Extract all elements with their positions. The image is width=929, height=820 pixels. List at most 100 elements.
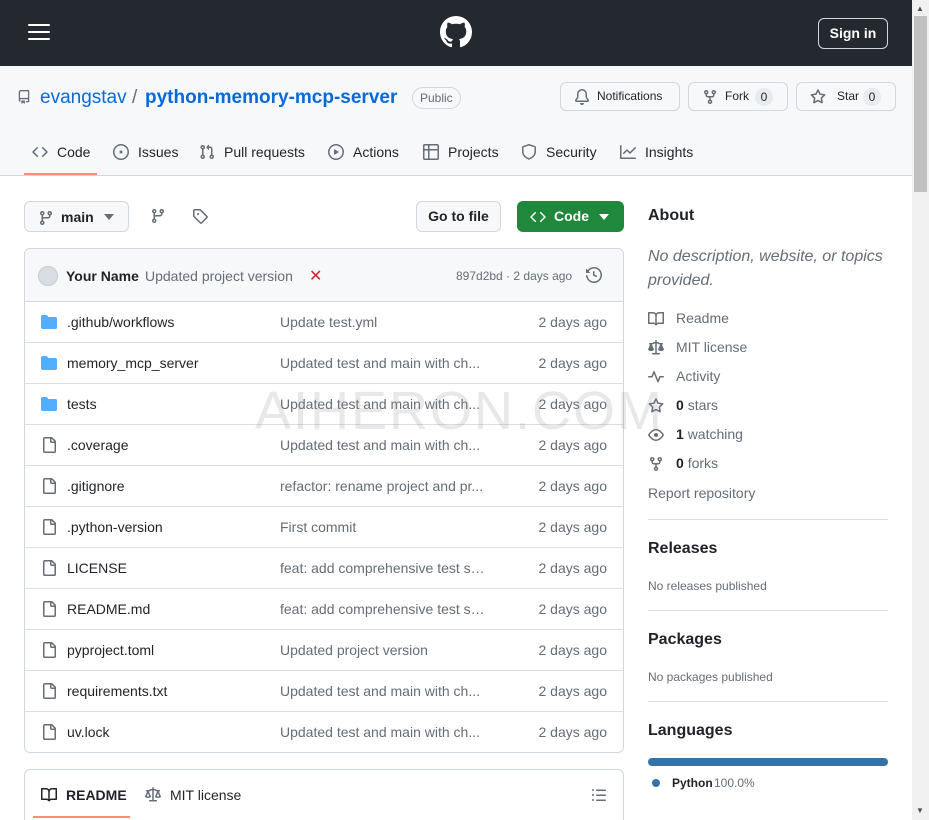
commit-message[interactable]: Updated project version: [145, 268, 293, 284]
issue-icon: [113, 144, 129, 160]
sidebar-divider: [648, 701, 888, 702]
branch-selector-button[interactable]: main: [24, 201, 129, 232]
file-commit-date: 2 days ago: [538, 642, 608, 658]
file-row[interactable]: .gitignore refactor: rename project and p…: [25, 466, 623, 507]
file-name-link[interactable]: pyproject.toml: [67, 642, 154, 658]
file-row[interactable]: LICENSE feat: add comprehensive test su..…: [25, 548, 623, 589]
tab-label: Insights: [645, 144, 694, 160]
latest-commit-row: Your Name Updated project version ✕ 897d…: [25, 249, 623, 302]
branch-icon: [39, 211, 52, 226]
outline-list-icon[interactable]: [591, 787, 607, 803]
file-commit-message[interactable]: Updated test and main with ch...: [280, 355, 490, 371]
file-icon: [41, 642, 57, 658]
star-icon: [648, 398, 664, 413]
fork-count: 0: [755, 88, 773, 106]
file-commit-date: 2 days ago: [538, 683, 608, 699]
notifications-button[interactable]: Notifications: [560, 82, 680, 111]
github-logo-icon[interactable]: [440, 16, 472, 48]
file-commit-date: 2 days ago: [538, 396, 608, 412]
watching-count: 1: [676, 426, 684, 442]
file-commit-message[interactable]: First commit: [280, 519, 490, 535]
file-icon: [41, 683, 57, 699]
license-link-label: MIT license: [676, 339, 748, 355]
scroll-up-arrow-icon[interactable]: ▲: [916, 4, 924, 13]
file-row[interactable]: .github/workflows Update test.yml 2 days a…: [25, 302, 623, 343]
forks-count: 0: [676, 455, 684, 471]
history-icon[interactable]: [586, 267, 602, 283]
file-row[interactable]: memory_mcp_server Updated test and main w…: [25, 343, 623, 384]
file-name-link[interactable]: .github/workflows: [67, 314, 174, 330]
readme-link-label: Readme: [676, 310, 729, 326]
commit-meta[interactable]: 897d2bd · 2 days ago: [456, 269, 572, 283]
file-commit-date: 2 days ago: [538, 724, 608, 740]
star-icon: [810, 89, 826, 104]
packages-heading[interactable]: Packages: [648, 631, 722, 649]
active-tab-indicator: [24, 173, 97, 175]
tab-label: Pull requests: [224, 144, 305, 160]
file-commit-message[interactable]: Update test.yml: [280, 314, 490, 330]
book-icon: [648, 311, 664, 326]
fork-icon: [704, 90, 716, 105]
folder-icon: [41, 355, 57, 371]
file-row[interactable]: uv.lock Updated test and main with ch... 2…: [25, 712, 623, 752]
file-name-link[interactable]: uv.lock: [67, 724, 110, 740]
file-name-link[interactable]: .gitignore: [67, 478, 125, 494]
bell-icon: [574, 89, 589, 105]
file-name-link[interactable]: LICENSE: [67, 560, 127, 576]
file-commit-message[interactable]: Updated test and main with ch...: [280, 683, 490, 699]
file-row[interactable]: .coverage Updated test and main with ch..…: [25, 425, 623, 466]
star-button[interactable]: Star 0: [796, 82, 896, 111]
tab-label: Code: [57, 144, 91, 160]
language-bar: [648, 758, 888, 766]
file-name-link[interactable]: memory_mcp_server: [67, 355, 198, 371]
report-repository-link[interactable]: Report repository: [648, 485, 755, 501]
file-icon: [41, 519, 57, 535]
file-commit-message[interactable]: refactor: rename project and pr...: [280, 478, 490, 494]
repo-name-link[interactable]: python-memory-mcp-server: [145, 87, 397, 109]
code-icon: [530, 211, 546, 223]
repo-owner-link[interactable]: evangstav: [40, 87, 127, 109]
file-name-link[interactable]: requirements.txt: [67, 683, 167, 699]
pull-request-icon: [200, 144, 215, 160]
file-name-link[interactable]: .coverage: [67, 437, 128, 453]
file-row[interactable]: pyproject.toml Updated project version 2 d…: [25, 630, 623, 671]
scroll-down-arrow-icon[interactable]: ▼: [916, 806, 924, 815]
file-name-link[interactable]: tests: [67, 396, 97, 412]
law-icon: [648, 340, 664, 355]
file-commit-message[interactable]: Updated test and main with ch...: [280, 724, 490, 740]
star-count: 0: [863, 88, 881, 106]
file-row[interactable]: requirements.txt Updated test and main wi…: [25, 671, 623, 712]
language-name[interactable]: Python: [672, 776, 713, 790]
file-row[interactable]: tests Updated test and main with ch... 2 d…: [25, 384, 623, 425]
forks-label: forks: [687, 455, 719, 471]
hamburger-menu-icon[interactable]: [28, 24, 50, 42]
visibility-badge: Public: [412, 87, 461, 109]
stars-label: stars: [687, 397, 719, 413]
file-commit-message[interactable]: feat: add comprehensive test su...: [280, 601, 490, 617]
branches-icon[interactable]: [150, 208, 166, 224]
releases-empty-text: No releases published: [648, 579, 767, 593]
tag-icon[interactable]: [192, 208, 208, 224]
go-to-file-button[interactable]: Go to file: [416, 201, 501, 232]
releases-heading[interactable]: Releases: [648, 540, 717, 558]
file-commit-message[interactable]: Updated test and main with ch...: [280, 437, 490, 453]
file-icon: [41, 560, 57, 576]
code-dropdown-button[interactable]: Code: [517, 201, 624, 232]
file-row[interactable]: .python-version First commit 2 days ago: [25, 507, 623, 548]
commit-failed-status-icon[interactable]: ✕: [309, 266, 322, 286]
file-name-link[interactable]: .python-version: [67, 519, 163, 535]
sign-in-button[interactable]: Sign in: [818, 18, 888, 49]
repo-icon: [18, 90, 30, 104]
file-name-link[interactable]: README.md: [67, 601, 150, 617]
avatar[interactable]: [38, 266, 58, 286]
file-commit-message[interactable]: feat: add comprehensive test su...: [280, 560, 490, 576]
file-commit-message[interactable]: Updated test and main with ch...: [280, 396, 490, 412]
file-icon: [41, 478, 57, 494]
fork-button[interactable]: Fork 0: [688, 82, 788, 111]
repo-path-separator: /: [132, 87, 138, 108]
file-commit-message[interactable]: Updated project version: [280, 642, 490, 658]
scrollbar-thumb[interactable]: [914, 16, 927, 192]
commit-author[interactable]: Your Name: [66, 268, 139, 284]
tab-label: Actions: [353, 144, 399, 160]
file-row[interactable]: README.md feat: add comprehensive test su…: [25, 589, 623, 630]
